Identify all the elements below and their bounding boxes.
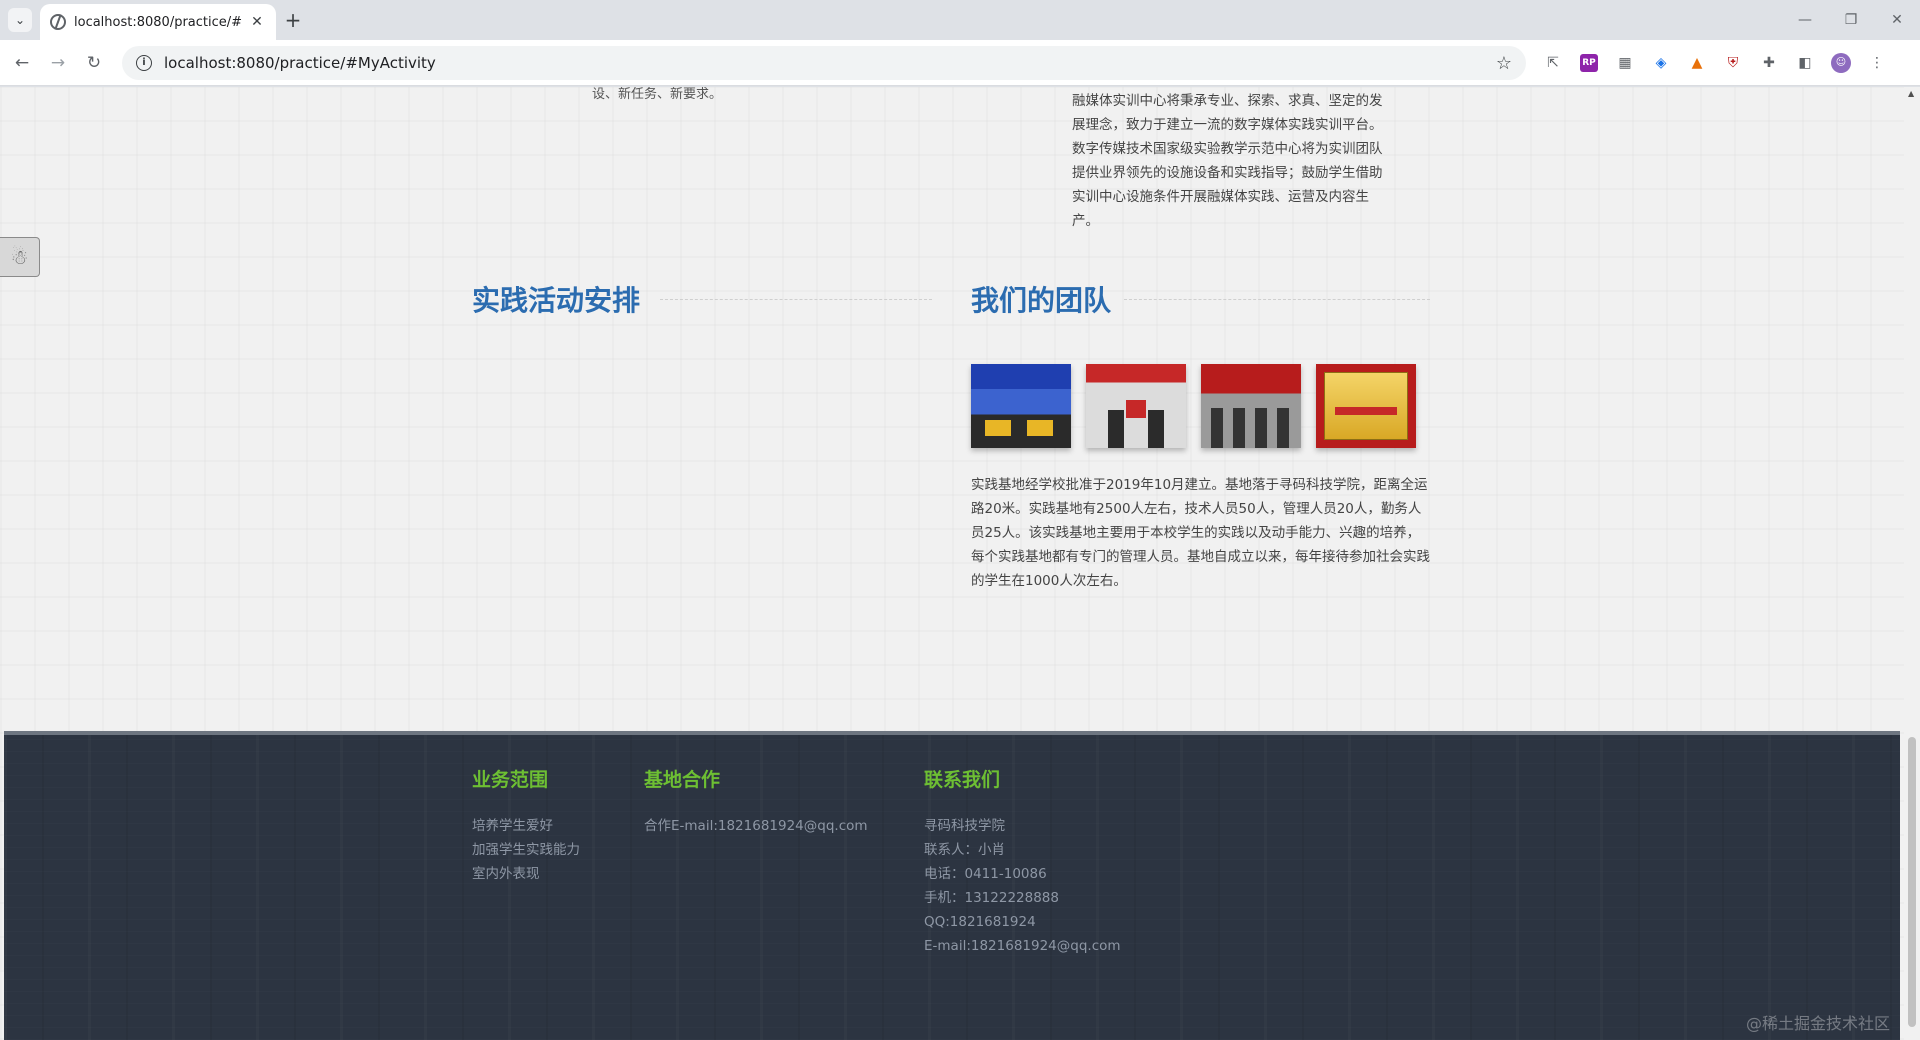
puzzle-extensions-icon[interactable]: ✚ <box>1756 51 1782 75</box>
mascot-icon: ☃ <box>10 245 29 269</box>
footer-cooperation-title: 基地合作 <box>644 769 721 791</box>
footer-business-item: 室内外表现 <box>472 866 540 882</box>
alert-extension-icon[interactable]: ▲ <box>1684 51 1710 75</box>
reload-icon[interactable]: ↻ <box>82 51 106 75</box>
footer-contact-item: 手机：13122228888 <box>924 890 1059 906</box>
footer-contact-column: 联系我们 寻码科技学院 联系人：小肖 电话：0411-10086 手机：1312… <box>924 765 1121 958</box>
about-paragraph: 融媒体实训中心将秉承专业、探索、求真、坚定的发展理念，致力于建立一流的数字媒体实… <box>1072 93 1383 229</box>
watermark-text: @稀土掘金技术社区 <box>1745 1014 1890 1033</box>
address-bar[interactable]: i localhost:8080/practice/#MyActivity ☆ <box>122 46 1526 80</box>
new-tab-button[interactable]: + <box>280 8 306 34</box>
footer-contact-item: 寻码科技学院 <box>924 818 1005 834</box>
footer-contact-item: E-mail:1821681924@qq.com <box>924 938 1121 954</box>
footer-contact-item: QQ:1821681924 <box>924 914 1036 930</box>
scroll-up-arrow-icon[interactable]: ▲ <box>1908 89 1914 98</box>
menu-kebab-icon[interactable]: ⋮ <box>1864 51 1890 75</box>
footer-business-item: 加强学生实践能力 <box>472 842 580 858</box>
window-controls: — ❐ ✕ <box>1782 0 1920 40</box>
team-title-divider <box>1124 299 1430 300</box>
footer-cooperation-email: 合作E-mail:1821681924@qq.com <box>644 818 868 834</box>
profile-avatar-icon[interactable]: ☺ <box>1831 53 1851 73</box>
footer-business-column: 业务范围 培养学生爱好 加强学生实践能力 室内外表现 <box>472 765 580 886</box>
address-url[interactable]: localhost:8080/practice/#MyActivity <box>164 54 436 72</box>
cursor-extension-icon[interactable]: ⇱ <box>1540 51 1566 75</box>
team-photo-gallery <box>971 364 1416 448</box>
browser-tab[interactable]: localhost:8080/practice/#My ✕ <box>40 4 276 40</box>
footer-business-item: 培养学生爱好 <box>472 818 553 834</box>
calendar-extension-icon[interactable]: ▦ <box>1612 51 1638 75</box>
activity-title-divider <box>660 299 932 300</box>
rp-extension-icon[interactable]: RP <box>1580 54 1598 72</box>
minimize-icon[interactable]: — <box>1782 0 1828 40</box>
tab-title: localhost:8080/practice/#My <box>74 14 242 30</box>
page-viewport: 设、新任务、新要求。 融媒体实训中心将秉承专业、探索、求真、坚定的发展理念，致力… <box>0 87 1920 1040</box>
footer-contact-item: 电话：0411-10086 <box>924 866 1047 882</box>
extension-bar: ⇱ RP ▦ ◈ ▲ ⛨ ✚ ◧ ☺ ⋮ <box>1540 51 1890 75</box>
team-photo-ceremony[interactable] <box>1086 364 1186 448</box>
activity-section-title: 实践活动安排 <box>472 284 641 317</box>
tab-search-button[interactable]: ⌄ <box>8 8 32 32</box>
browser-toolbar: ← → ↻ i localhost:8080/practice/#MyActiv… <box>0 40 1920 86</box>
side-panel-icon[interactable]: ◧ <box>1792 51 1818 75</box>
team-section-title: 我们的团队 <box>971 284 1112 317</box>
browser-tab-bar: ⌄ localhost:8080/practice/#My ✕ + — ❐ ✕ <box>0 0 1920 40</box>
restore-icon[interactable]: ❐ <box>1828 0 1874 40</box>
team-description: 实践基地经学校批准于2019年10月建立。基地落于寻码科技学院，距离全运路20米… <box>971 477 1430 589</box>
team-photo-plaque[interactable] <box>1316 364 1416 448</box>
site-footer: 业务范围 培养学生爱好 加强学生实践能力 室内外表现 基地合作 合作E-mail… <box>4 731 1900 1040</box>
close-window-icon[interactable]: ✕ <box>1874 0 1920 40</box>
tab-close-icon[interactable]: ✕ <box>248 14 266 30</box>
team-photo-group[interactable] <box>1201 364 1301 448</box>
scrollbar-thumb[interactable] <box>1908 737 1916 1027</box>
footer-contact-title: 联系我们 <box>924 769 1001 791</box>
page-scrollbar[interactable]: ▲ <box>1904 87 1920 1040</box>
layers-extension-icon[interactable]: ◈ <box>1648 51 1674 75</box>
footer-contact-item: 联系人：小肖 <box>924 842 1005 858</box>
previous-section-text: 设、新任务、新要求。 <box>592 87 723 102</box>
site-info-icon[interactable]: i <box>136 55 152 71</box>
bookmark-star-icon[interactable]: ☆ <box>1496 53 1512 74</box>
forward-arrow-icon[interactable]: → <box>46 51 70 75</box>
globe-icon <box>50 14 66 30</box>
shield-extension-icon[interactable]: ⛨ <box>1720 51 1746 75</box>
team-photo-award[interactable] <box>971 364 1071 448</box>
footer-cooperation-column: 基地合作 合作E-mail:1821681924@qq.com <box>644 765 868 838</box>
footer-business-title: 业务范围 <box>472 769 549 791</box>
floating-assistant-widget[interactable]: ☃ <box>0 237 40 277</box>
back-arrow-icon[interactable]: ← <box>10 51 34 75</box>
